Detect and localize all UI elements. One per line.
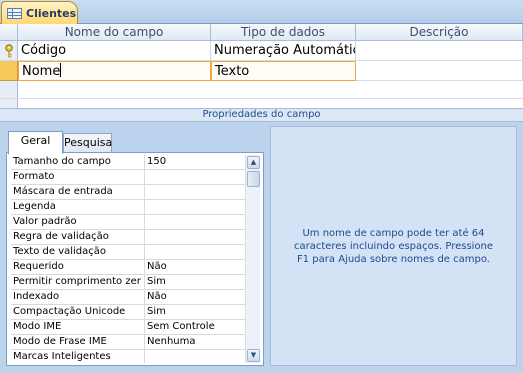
property-value[interactable]: Não [145, 290, 247, 304]
property-name: Modo de Frase IME [11, 335, 145, 349]
data-type-cell[interactable]: Texto [211, 61, 356, 81]
property-name: Compactação Unicode [11, 305, 145, 319]
tab-geral[interactable]: Geral [8, 131, 63, 154]
row-selector-current[interactable] [0, 61, 18, 81]
property-value[interactable]: Sim [145, 275, 247, 289]
property-name: Indexado [11, 290, 145, 304]
property-name: Modo IME [11, 320, 145, 334]
properties-list: Tamanho do campo 150 Formato Máscara de ent… [11, 155, 247, 363]
properties-scrollbar[interactable]: ▲ ▼ [245, 155, 260, 363]
field-name-text: Nome [22, 64, 61, 79]
field-row[interactable]: Código Numeração Automátic [0, 41, 523, 61]
property-name: Legenda [11, 200, 145, 214]
property-row[interactable]: Tamanho do campo 150 [11, 155, 247, 170]
table-icon [7, 7, 22, 19]
property-row[interactable]: Marcas Inteligentes [11, 350, 247, 363]
document-tab-strip: Clientes [0, 0, 523, 24]
property-name: Máscara de entrada [11, 185, 145, 199]
property-value[interactable]: Sim [145, 305, 247, 319]
property-value[interactable]: Não [145, 260, 247, 274]
property-value[interactable] [145, 230, 247, 244]
property-value[interactable]: 150 [145, 155, 247, 169]
scroll-down-button[interactable]: ▼ [247, 349, 260, 362]
property-value[interactable] [145, 200, 247, 214]
property-value[interactable]: Sem Controle [145, 320, 247, 334]
grid-divider [0, 98, 523, 99]
property-value[interactable] [145, 215, 247, 229]
scroll-up-button[interactable]: ▲ [247, 156, 260, 169]
text-caret [60, 63, 62, 77]
property-row[interactable]: Regra de validação [11, 230, 247, 245]
property-name: Regra de validação [11, 230, 145, 244]
field-grid: Nome do campo Tipo de dados Descrição Có… [0, 24, 523, 108]
tab-pesquisa[interactable]: Pesquisa [63, 133, 112, 153]
property-value[interactable] [145, 245, 247, 259]
document-tab-clientes[interactable]: Clientes [1, 1, 78, 24]
property-value[interactable]: Nenhuma [145, 335, 247, 349]
description-cell[interactable] [356, 61, 523, 81]
properties-panel: Tamanho do campo 150 Formato Máscara de ent… [6, 152, 264, 366]
property-row[interactable]: Requerido Não [11, 260, 247, 275]
scroll-thumb[interactable] [247, 171, 260, 187]
column-header-description[interactable]: Descrição [356, 24, 523, 41]
property-value[interactable] [145, 185, 247, 199]
column-header-data-type[interactable]: Tipo de dados [211, 24, 356, 41]
property-row[interactable]: Indexado Não [11, 290, 247, 305]
row-selector-empty[interactable] [0, 81, 18, 108]
description-cell[interactable] [356, 41, 523, 61]
row-selector[interactable] [0, 41, 18, 61]
property-row[interactable]: Máscara de entrada [11, 185, 247, 200]
property-name: Requerido [11, 260, 145, 274]
property-row[interactable]: Formato [11, 170, 247, 185]
grid-select-all[interactable] [0, 24, 18, 41]
property-name: Texto de validação [11, 245, 145, 259]
property-row[interactable]: Texto de validação [11, 245, 247, 260]
data-type-cell[interactable]: Numeração Automátic [211, 41, 356, 61]
property-name: Formato [11, 170, 145, 184]
property-name: Valor padrão [11, 215, 145, 229]
field-properties-title: Propriedades do campo [0, 108, 523, 122]
property-name: Permitir comprimento zer [11, 275, 145, 289]
property-name: Marcas Inteligentes [11, 350, 145, 363]
property-value[interactable] [145, 170, 247, 184]
property-row[interactable]: Permitir comprimento zer Sim [11, 275, 247, 290]
field-row[interactable]: Nome Texto [0, 61, 523, 81]
property-row[interactable]: Valor padrão [11, 215, 247, 230]
property-value[interactable] [145, 350, 247, 363]
property-name: Tamanho do campo [11, 155, 145, 169]
property-row[interactable]: Legenda [11, 200, 247, 215]
help-text: Um nome de campo pode ter até 64 caracte… [293, 227, 494, 265]
help-panel: Um nome de campo pode ter até 64 caracte… [270, 126, 517, 366]
property-row[interactable]: Modo de Frase IME Nenhuma [11, 335, 247, 350]
column-header-field-name[interactable]: Nome do campo [18, 24, 211, 41]
primary-key-icon [5, 44, 13, 58]
property-row[interactable]: Compactação Unicode Sim [11, 305, 247, 320]
document-tab-label: Clientes [26, 6, 77, 20]
field-name-cell-active[interactable]: Nome [18, 61, 211, 81]
field-name-cell[interactable]: Código [18, 41, 211, 61]
property-row[interactable]: Modo IME Sem Controle [11, 320, 247, 335]
